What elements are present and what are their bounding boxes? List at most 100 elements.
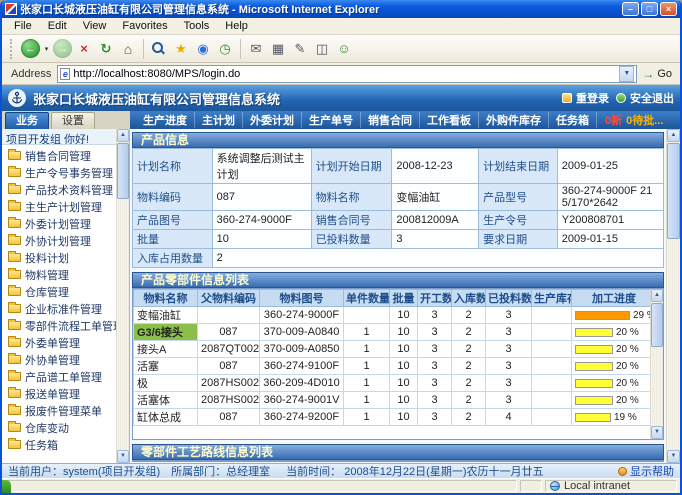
sidebar-item[interactable]: 报废件管理菜单 [6,402,116,419]
sidebar-item[interactable]: 产品技术资料管理 [6,181,116,198]
minimize-button[interactable]: – [622,2,639,16]
table-row[interactable]: 接头A2087QT002370-009-A085011032320 % [134,341,651,358]
parts-scroll-up-icon[interactable]: ▲ [651,289,663,302]
column-header[interactable]: 父物料编码 [198,290,260,307]
back-icon[interactable]: ← [21,39,40,58]
nav-item[interactable]: 生产进度 [136,112,195,128]
main-scroll-down-icon[interactable]: ▼ [667,450,680,463]
media-icon[interactable]: ◉ [193,38,213,60]
sidebar-item[interactable]: 任务箱 [6,436,116,453]
sidebar-item[interactable]: 报送单管理 [6,385,116,402]
sidebar-item[interactable]: 生产令号事务管理 [6,164,116,181]
sidebar-item[interactable]: 外委单管理 [6,334,116,351]
logout-button[interactable]: 安全退出 [616,90,674,106]
folder-icon [8,185,21,194]
main-scroll-track[interactable] [667,240,680,450]
sidebar-item[interactable]: 仓库变动 [6,419,116,436]
address-label: Address [5,68,57,80]
main-scrollbar[interactable]: ▲ ▼ [666,129,680,463]
nav-item[interactable]: 外委计划 [243,112,302,128]
menu-item-edit[interactable]: Edit [40,19,75,33]
parts-scroll-track[interactable] [651,348,663,426]
menu-item-favorites[interactable]: Favorites [114,19,175,33]
parts-scroll-down-icon[interactable]: ▼ [651,426,663,439]
sidebar-item[interactable]: 外协计划管理 [6,232,116,249]
back-dropdown-icon[interactable]: ▾ [42,38,51,60]
main-scroll-up-icon[interactable]: ▲ [667,129,680,142]
sidebar-scroll-track[interactable] [117,200,129,450]
sidebar-item[interactable]: 外委计划管理 [6,215,116,232]
home-icon[interactable]: ⌂ [118,38,138,60]
search-icon[interactable] [149,38,169,60]
table-row[interactable]: G3/6接头087370-009-A084011032320 % [134,324,651,341]
mail-icon[interactable]: ✉ [246,38,266,60]
forward-icon[interactable]: → [53,39,72,58]
sidebar-scroll-up-icon[interactable]: ▲ [117,129,129,142]
tab-business[interactable]: 业务 [5,112,49,129]
show-help-link[interactable]: 显示帮助 [618,463,674,478]
cell: 1 [344,341,390,358]
sidebar-item[interactable]: 物料管理 [6,266,116,283]
main-scroll-thumb[interactable] [667,143,680,239]
edit-icon[interactable]: ✎ [290,38,310,60]
menu-item-file[interactable]: File [6,19,40,33]
stop-icon[interactable]: × [74,38,94,60]
sidebar-item[interactable]: 企业标准件管理 [6,300,116,317]
field-label: 计划结束日期 [479,149,558,184]
table-row[interactable]: 变幅油缸360-274-9000F1032329 % [134,307,651,324]
tab-settings[interactable]: 设置 [51,112,95,129]
maximize-button[interactable]: □ [641,2,658,16]
sidebar-scroll-thumb[interactable] [117,143,129,199]
anchor-logo-icon [10,91,24,105]
print-icon[interactable]: ▦ [268,38,288,60]
new-tasks-badge[interactable]: 0新 [605,112,622,128]
close-button[interactable]: × [660,2,677,16]
column-header[interactable]: 入库数 [452,290,486,307]
table-row[interactable]: 缸体总成087360-274-9200F11032419 % [134,409,651,426]
column-header[interactable]: 物料名称 [134,290,198,307]
address-input[interactable]: e http://localhost:8080/MPS/login.do ▼ [57,65,637,83]
sidebar-item[interactable]: 仓库管理 [6,283,116,300]
messenger-icon[interactable]: ☺ [334,38,354,60]
column-header[interactable]: 生产库存 [532,290,572,307]
refresh-icon[interactable]: ↻ [96,38,116,60]
sidebar-item[interactable]: 外协单管理 [6,351,116,368]
column-header[interactable]: 开工数 [418,290,452,307]
table-row[interactable]: 极2087HS002360-209-4D01011032320 % [134,375,651,392]
favorites-icon[interactable]: ★ [171,38,191,60]
sidebar-scrollbar[interactable]: ▲ ▼ [116,129,129,463]
column-header[interactable]: 批量 [390,290,418,307]
nav-item[interactable]: 主计划 [195,112,243,128]
nav-item[interactable]: 任务箱 [549,112,597,128]
go-button[interactable]: → Go [642,67,672,81]
relogin-button[interactable]: 重登录 [562,90,609,106]
history-icon[interactable]: ◷ [215,38,235,60]
cell: 缸体总成 [134,409,198,426]
sidebar-item[interactable]: 零部件流程工单管理 [6,317,116,334]
sidebar-scroll-down-icon[interactable]: ▼ [117,450,129,463]
nav-item[interactable]: 生产单号 [302,112,361,128]
sidebar-item[interactable]: 产品谱工单管理 [6,368,116,385]
menu-item-tools[interactable]: Tools [176,19,218,33]
parts-scroll-thumb[interactable] [651,303,663,347]
titlebar[interactable]: 张家口长城液压油缸有限公司管理信息系统 - Microsoft Internet… [2,0,680,18]
nav-item[interactable]: 外购件库存 [479,112,549,128]
menu-item-help[interactable]: Help [217,19,256,33]
column-header[interactable]: 加工进度 [572,290,651,307]
parts-scrollbar[interactable]: ▲ ▼ [650,289,663,439]
sidebar-item[interactable]: 投料计划 [6,249,116,266]
column-header[interactable]: 单件数量 [344,290,390,307]
column-header[interactable]: 物料图号 [260,290,344,307]
start-button-fragment[interactable] [2,480,11,493]
nav-item[interactable]: 工作看板 [420,112,479,128]
pending-tasks-badge[interactable]: 0待批... [626,112,663,128]
table-row[interactable]: 活塞087360-274-9100F11032320 % [134,358,651,375]
column-header[interactable]: 已投料数 [486,290,532,307]
nav-item[interactable]: 销售合同 [361,112,420,128]
menu-item-view[interactable]: View [75,19,115,33]
sidebar-item[interactable]: 主生产计划管理 [6,198,116,215]
address-dropdown-icon[interactable]: ▼ [619,66,634,82]
sidebar-item[interactable]: 销售合同管理 [6,147,116,164]
table-row[interactable]: 活塞体2087HS002360-274-9001V11032320 % [134,392,651,409]
discuss-icon[interactable]: ◫ [312,38,332,60]
